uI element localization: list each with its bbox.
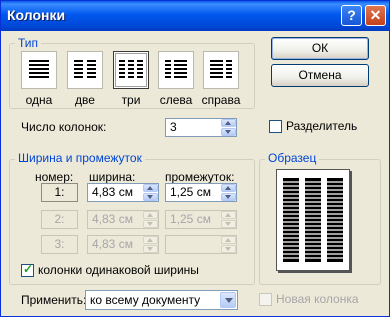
preset-two-label: две [75, 93, 95, 107]
dialog-title: Колонки [7, 7, 66, 23]
title-bar[interactable]: Колонки ? ✕ [1, 1, 389, 31]
ok-button[interactable]: ОК [271, 37, 369, 60]
new-column-checkbox [259, 293, 272, 306]
preset-left-button[interactable] [158, 51, 194, 89]
row-2-width-spinner [143, 211, 158, 228]
right-columns-icon [210, 60, 232, 78]
left-columns-icon [165, 60, 187, 78]
cancel-button[interactable]: Отмена [271, 64, 369, 87]
checkmark-icon: ✓ [23, 262, 34, 276]
preset-three-label: три [121, 93, 141, 107]
row-1-width-input[interactable]: 4,83 см [87, 183, 159, 202]
row-3-width-input: 4,83 см [87, 235, 159, 254]
preset-left-label: слева [159, 93, 193, 107]
preset-one-button[interactable] [21, 51, 57, 89]
separator-checkbox[interactable] [269, 120, 282, 133]
width-header: ширина: [89, 170, 136, 184]
num-columns-value: 3 [170, 120, 177, 134]
type-group-legend: Тип [15, 36, 42, 50]
preset-three-button[interactable] [113, 51, 149, 89]
row-2-width-input: 4,83 см [87, 210, 159, 229]
row-3-width-value: 4,83 см [92, 237, 133, 251]
row-3-spacing-spinner [221, 236, 236, 253]
preview-page [276, 169, 350, 271]
row-1-number[interactable]: 1: [41, 183, 78, 202]
row-1-spacing-spinner[interactable] [221, 184, 236, 201]
row-3-number: 3: [41, 235, 78, 254]
row-2-number: 2: [41, 210, 78, 229]
width-spacing-legend: Ширина и промежуток [15, 151, 145, 165]
row-2-spacing-value: 1,25 см [170, 212, 211, 226]
apply-value: ко всему документу [90, 293, 201, 307]
new-column-label: Новая колонка [276, 292, 359, 306]
row-1-width-value: 4,83 см [92, 185, 133, 199]
row-3-spacing-input [165, 235, 237, 254]
num-columns-input[interactable]: 3 [165, 118, 237, 137]
apply-select[interactable]: ко всему документу [85, 290, 238, 310]
apply-label: Применить: [21, 293, 87, 307]
preset-right-label: справа [201, 93, 241, 107]
spacing-header: промежуток: [165, 170, 235, 184]
preset-right-button[interactable] [203, 51, 239, 89]
preset-two-button[interactable] [67, 51, 103, 89]
preset-one-label: одна [25, 93, 53, 107]
num-columns-label: Число колонок: [21, 120, 107, 134]
row-3-width-spinner [143, 236, 158, 253]
close-icon[interactable]: ✕ [365, 5, 386, 26]
chevron-down-icon[interactable] [220, 292, 236, 308]
one-column-icon [29, 60, 49, 78]
row-1-spacing-input[interactable]: 1,25 см [165, 183, 237, 202]
two-columns-icon [74, 60, 96, 78]
num-columns-spinner[interactable] [221, 119, 236, 136]
equal-width-checkbox[interactable]: ✓ [21, 262, 34, 277]
columns-dialog: Колонки ? ✕ Тип одна две три слева справ… [0, 0, 390, 317]
preview-columns-image [283, 178, 343, 262]
separator-label: Разделитель [286, 119, 358, 133]
number-header: номер: [35, 170, 74, 184]
preview-legend: Образец [265, 151, 320, 165]
row-1-spacing-value: 1,25 см [170, 185, 211, 199]
three-columns-icon [119, 60, 143, 78]
equal-width-label: колонки одинаковой ширины [38, 263, 199, 277]
row-2-width-value: 4,83 см [92, 212, 133, 226]
row-1-width-spinner[interactable] [143, 184, 158, 201]
row-2-spacing-spinner [221, 211, 236, 228]
help-icon[interactable]: ? [341, 5, 362, 26]
row-2-spacing-input: 1,25 см [165, 210, 237, 229]
